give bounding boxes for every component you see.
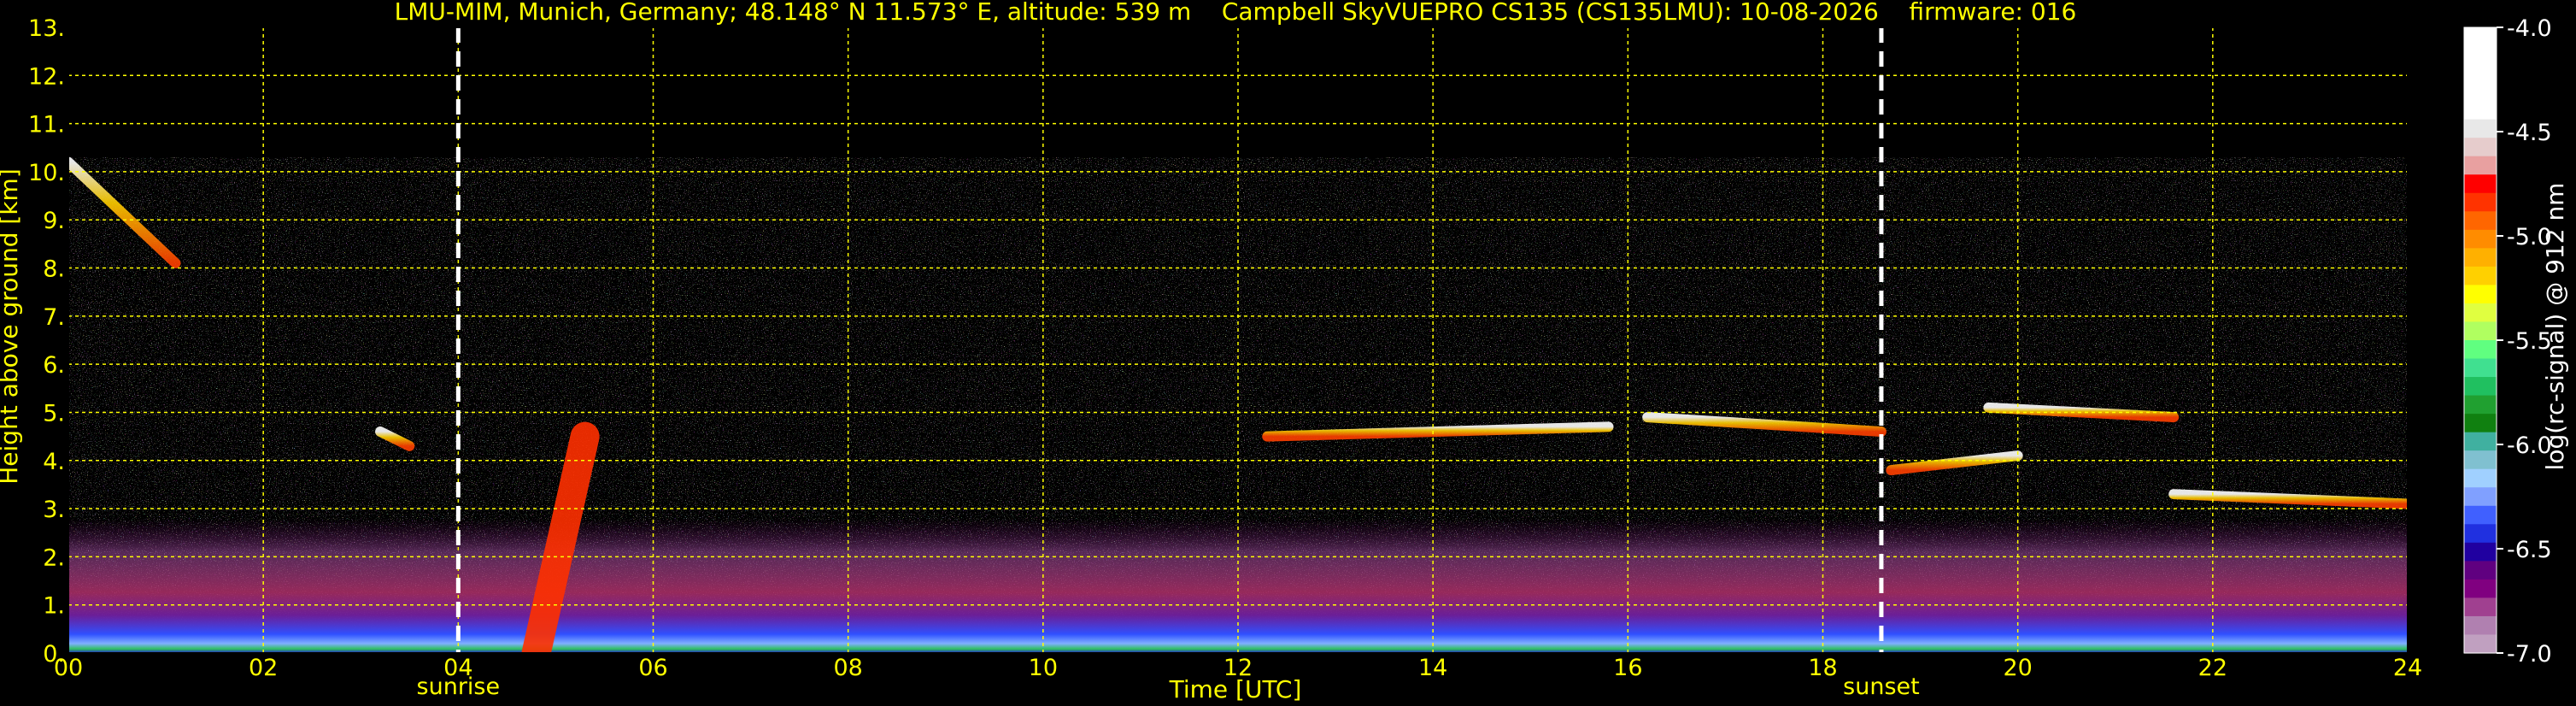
colorbar-segment (2464, 156, 2497, 175)
colorbar-segment (2464, 542, 2497, 562)
colorbar-segment (2464, 192, 2497, 212)
colorbar-segment (2464, 524, 2497, 544)
y-tick-label: 5. (43, 400, 65, 427)
colorbar-segment (2464, 561, 2497, 580)
colorbar-segment (2464, 634, 2497, 654)
colorbar-segment (2464, 266, 2497, 286)
colorbar-segment (2464, 432, 2497, 451)
y-tick-label: 4. (43, 449, 65, 475)
colorbar-segment (2464, 303, 2497, 323)
colorbar-segment (2464, 395, 2497, 415)
colorbar-segment (2464, 579, 2497, 599)
x-tick-label: 02 (249, 655, 278, 681)
colorbar-segment (2464, 211, 2497, 231)
colorbar-segment (2464, 615, 2497, 636)
y-tick-label: 12. (28, 63, 65, 90)
y-tick-label: 11. (28, 112, 65, 138)
y-axis-label: Height above ground [km] (0, 168, 23, 485)
x-tick-label: 22 (2198, 655, 2227, 681)
colorbar-tick-label: -6.5 (2507, 537, 2552, 563)
plot-area (68, 27, 2408, 653)
colorbar-segment (2464, 174, 2497, 194)
colorbar-segment (2464, 64, 2497, 84)
colorbar: -4.0-4.5-5.0-5.5-6.0-6.5-7.0 (2463, 15, 2552, 668)
sunset-label: sunset (1843, 674, 1920, 700)
colorbar-segment (2464, 229, 2497, 249)
x-axis-label: Time [UTC] (1169, 675, 1302, 703)
colorbar-segment (2464, 321, 2497, 341)
colorbar-tick-label: -4.5 (2507, 120, 2552, 146)
boundary-layer-band (68, 518, 2408, 653)
colorbar-segment (2464, 414, 2497, 433)
y-tick-label: 1. (43, 593, 65, 620)
colorbar-segment (2464, 358, 2497, 378)
sunrise-label: sunrise (417, 674, 501, 700)
colorbar-segment (2464, 82, 2497, 102)
ceilometer-chart: LMU-MIM, Munich, Germany; 48.148° N 11.5… (0, 0, 2569, 703)
y-tick-label: 13. (28, 15, 65, 42)
y-tick-label: 6. (43, 352, 65, 379)
colorbar-segment (2464, 45, 2497, 65)
x-tick-label: 16 (1613, 655, 1642, 681)
x-tick-label: 14 (1418, 655, 1447, 681)
y-tick-label: 8. (43, 256, 65, 283)
y-axis-ticks: 0. 1. 2. 3. 4. 5. 6. 7. 8. 9. 10. 11. 12. 13. (28, 15, 65, 668)
colorbar-segment (2464, 487, 2497, 507)
colorbar-segment (2464, 468, 2497, 488)
colorbar-segment (2464, 248, 2497, 268)
colorbar-segment (2464, 119, 2497, 138)
colorbar-label: log(rc-signal) @ 912 nm (2541, 183, 2569, 471)
y-tick-label: 3. (43, 497, 65, 523)
x-tick-label: 10 (1029, 655, 1058, 681)
colorbar-segment (2464, 450, 2497, 470)
y-tick-label: 10. (28, 160, 65, 186)
colorbar-segment (2464, 377, 2497, 397)
y-tick-label: 2. (43, 544, 65, 571)
colorbar-segment (2464, 597, 2497, 617)
colorbar-segment (2464, 505, 2497, 525)
colorbar-tick-label: -7.0 (2507, 641, 2552, 668)
x-tick-label: 06 (638, 655, 667, 681)
x-tick-label: 18 (1808, 655, 1837, 681)
x-tick-label: 08 (833, 655, 862, 681)
y-tick-label: 9. (43, 208, 65, 234)
x-tick-label: 24 (2393, 655, 2422, 681)
x-tick-label: 20 (2003, 655, 2032, 681)
colorbar-segment (2464, 340, 2497, 360)
colorbar-segment (2464, 138, 2497, 157)
boundary-layer (68, 518, 2408, 653)
colorbar-tick-label: -4.0 (2507, 15, 2552, 42)
chart-title: LMU-MIM, Munich, Germany; 48.148° N 11.5… (395, 0, 2077, 26)
colorbar-segment (2464, 101, 2497, 121)
y-tick-label: 0. (43, 641, 65, 668)
colorbar-segment (2464, 285, 2497, 304)
colorbar-segment (2464, 27, 2497, 47)
y-tick-label: 7. (43, 304, 65, 331)
